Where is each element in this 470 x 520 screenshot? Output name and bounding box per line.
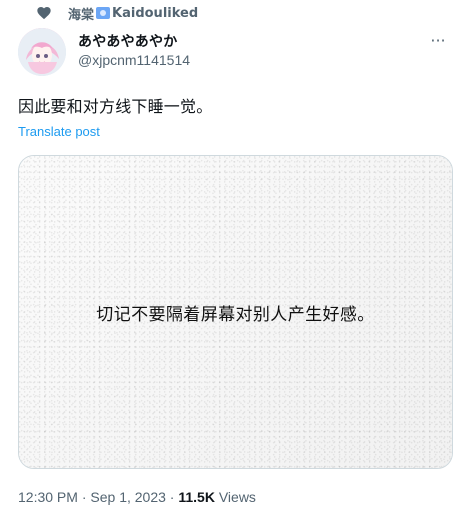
liked-action: liked	[162, 5, 199, 21]
verified-icon	[96, 7, 111, 19]
display-name[interactable]: あやあやあやか	[78, 31, 177, 51]
avatar[interactable]	[18, 28, 66, 76]
views-count: 11.5K	[178, 489, 215, 505]
image-caption-text: 切记不要隔着屏幕对别人产生好感。	[96, 305, 375, 325]
liked-by-account[interactable]: Kaidou	[112, 6, 163, 21]
tweet-time[interactable]: 12:30 PM	[18, 489, 78, 505]
post-image[interactable]: 切记不要隔着屏幕对别人产生好感。	[18, 155, 453, 469]
tweet-metadata: 12:30 PM · Sep 1, 2023 · 11.5K Views	[18, 489, 256, 505]
user-handle[interactable]: @xjpcnm1141514	[78, 52, 190, 68]
more-icon: ···	[430, 30, 446, 50]
liked-by-name[interactable]: 海棠	[68, 4, 94, 23]
views-label: Views	[218, 489, 256, 505]
tweet-text: 因此要和对方线下睡一觉。	[18, 97, 213, 116]
heart-icon	[36, 5, 52, 21]
translate-post-link[interactable]: Translate post	[18, 124, 100, 139]
more-button[interactable]: ···	[426, 30, 450, 50]
liked-by-row: 海棠 Kaidou liked	[36, 3, 198, 23]
tweet-page: 海棠 Kaidou liked あやあやあやか @xjpcnm1141514 ·…	[0, 0, 470, 520]
tweet-date[interactable]: Sep 1, 2023	[90, 489, 166, 505]
